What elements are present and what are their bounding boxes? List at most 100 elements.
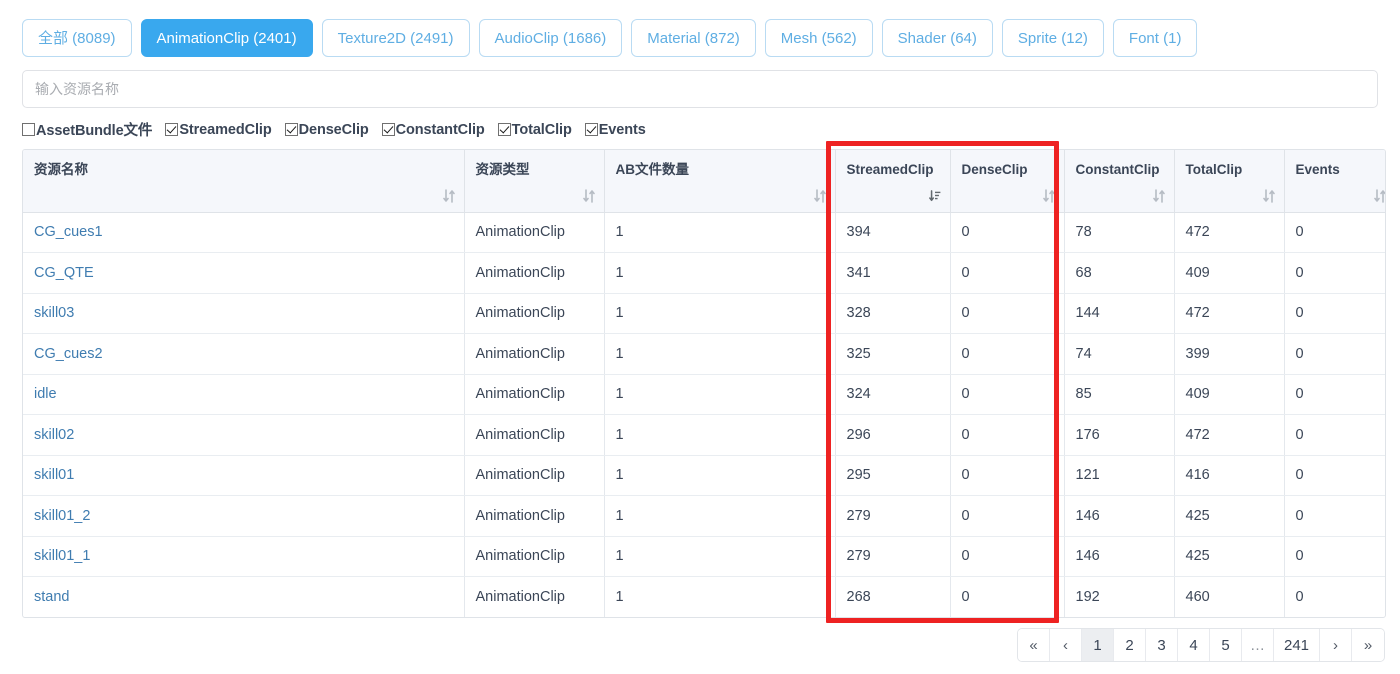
resource-name-link[interactable]: skill01_1 bbox=[34, 548, 90, 564]
asset-type-tab-bar: 全部 (8089) AnimationClip (2401) Texture2D (… bbox=[0, 0, 1400, 58]
cell-ab-count: 1 bbox=[604, 455, 836, 496]
cell-events: 0 bbox=[1284, 536, 1385, 577]
col-resource-name[interactable]: 资源名称 bbox=[23, 150, 465, 213]
cell-denseclip: 0 bbox=[950, 252, 1065, 294]
page-first[interactable]: « bbox=[1018, 629, 1050, 661]
checkbox-checked-icon[interactable] bbox=[497, 123, 511, 136]
col-constantclip[interactable]: ConstantClip bbox=[1064, 150, 1175, 213]
checkbox-events[interactable]: Events bbox=[584, 122, 646, 138]
tab-font[interactable]: Font (1) bbox=[1112, 19, 1198, 57]
page-241[interactable]: 241 bbox=[1274, 629, 1320, 661]
resource-name-link[interactable]: CG_cues2 bbox=[34, 346, 103, 362]
cell-totalclip: 409 bbox=[1174, 374, 1285, 415]
col-resource-type[interactable]: 资源类型 bbox=[464, 150, 605, 213]
table-row: skill02 AnimationClip 1 296 0 176 472 0 bbox=[23, 414, 1385, 456]
cell-streamedclip: 394 bbox=[835, 212, 951, 253]
tab-audioclip[interactable]: AudioClip (1686) bbox=[478, 19, 623, 57]
table-row: CG_cues2 AnimationClip 1 325 0 74 399 0 bbox=[23, 333, 1385, 375]
cell-constantclip: 85 bbox=[1064, 374, 1175, 415]
col-streamedclip[interactable]: StreamedClip bbox=[835, 150, 951, 213]
cell-resource-type: AnimationClip bbox=[464, 333, 605, 375]
checkbox-label: DenseClip bbox=[298, 121, 369, 138]
cell-streamedclip: 325 bbox=[835, 333, 951, 375]
resource-name-link[interactable]: skill02 bbox=[34, 427, 74, 443]
cell-ab-count: 1 bbox=[604, 252, 836, 294]
resource-name-link[interactable]: CG_cues1 bbox=[34, 224, 103, 240]
page-prev[interactable]: ‹ bbox=[1050, 629, 1082, 661]
resource-table-container: 资源名称 资源类型 AB文件数量 StreamedClip DenseClip Const… bbox=[22, 149, 1386, 618]
table-row: skill01_1 AnimationClip 1 279 0 146 425 0 bbox=[23, 536, 1385, 577]
checkbox-checked-icon[interactable] bbox=[381, 123, 395, 136]
cell-resource-type: AnimationClip bbox=[464, 252, 605, 294]
search-input[interactable] bbox=[22, 70, 1378, 108]
page-3[interactable]: 3 bbox=[1146, 629, 1178, 661]
cell-streamedclip: 279 bbox=[835, 536, 951, 577]
checkbox-assetbundle[interactable]: AssetBundle文件 bbox=[22, 119, 152, 140]
cell-events: 0 bbox=[1284, 293, 1385, 334]
resource-name-link[interactable]: skill03 bbox=[34, 305, 74, 321]
col-events[interactable]: Events bbox=[1284, 150, 1385, 213]
tab-animationclip[interactable]: AnimationClip (2401) bbox=[140, 19, 313, 57]
cell-constantclip: 78 bbox=[1064, 212, 1175, 253]
cell-events: 0 bbox=[1284, 455, 1385, 496]
cell-denseclip: 0 bbox=[950, 374, 1065, 415]
col-ab-count[interactable]: AB文件数量 bbox=[604, 150, 836, 213]
tab-texture2d[interactable]: Texture2D (2491) bbox=[321, 19, 470, 57]
resource-name-link[interactable]: CG_QTE bbox=[34, 265, 94, 281]
page-last[interactable]: » bbox=[1352, 629, 1384, 661]
cell-resource-type: AnimationClip bbox=[464, 455, 605, 496]
resource-name-link[interactable]: skill01_2 bbox=[34, 508, 90, 524]
checkbox-checked-icon[interactable] bbox=[165, 123, 179, 136]
cell-ab-count: 1 bbox=[604, 495, 836, 537]
cell-totalclip: 460 bbox=[1174, 576, 1285, 617]
cell-denseclip: 0 bbox=[950, 536, 1065, 577]
checkbox-constantclip[interactable]: ConstantClip bbox=[381, 121, 485, 138]
cell-totalclip: 409 bbox=[1174, 252, 1285, 294]
checkbox-checked-icon[interactable] bbox=[584, 123, 598, 136]
cell-resource-name: skill01 bbox=[23, 455, 465, 496]
cell-resource-name: CG_cues1 bbox=[23, 212, 465, 253]
cell-resource-type: AnimationClip bbox=[464, 293, 605, 334]
cell-events: 0 bbox=[1284, 495, 1385, 537]
cell-streamedclip: 295 bbox=[835, 455, 951, 496]
column-header-label: AB文件数量 bbox=[615, 162, 690, 177]
page-next[interactable]: › bbox=[1320, 629, 1352, 661]
column-header-label: ConstantClip bbox=[1075, 162, 1160, 177]
resource-table: 资源名称 资源类型 AB文件数量 StreamedClip DenseClip Const… bbox=[23, 150, 1385, 617]
page-1[interactable]: 1 bbox=[1082, 629, 1114, 661]
checkbox-label: ConstantClip bbox=[395, 121, 485, 138]
resource-name-link[interactable]: idle bbox=[34, 386, 57, 402]
column-header-label: Events bbox=[1295, 162, 1340, 177]
col-denseclip[interactable]: DenseClip bbox=[950, 150, 1065, 213]
tab-all[interactable]: 全部 (8089) bbox=[22, 19, 132, 57]
cell-streamedclip: 328 bbox=[835, 293, 951, 334]
tab-shader[interactable]: Shader (64) bbox=[881, 19, 993, 57]
cell-streamedclip: 341 bbox=[835, 252, 951, 294]
cell-ab-count: 1 bbox=[604, 536, 836, 577]
column-header-label: 资源类型 bbox=[475, 162, 530, 177]
cell-resource-name: stand bbox=[23, 576, 465, 617]
cell-resource-type: AnimationClip bbox=[464, 374, 605, 415]
cell-denseclip: 0 bbox=[950, 455, 1065, 496]
page-2[interactable]: 2 bbox=[1114, 629, 1146, 661]
cell-constantclip: 192 bbox=[1064, 576, 1175, 617]
checkbox-totalclip[interactable]: TotalClip bbox=[497, 122, 572, 138]
cell-constantclip: 176 bbox=[1064, 414, 1175, 456]
tab-mesh[interactable]: Mesh (562) bbox=[764, 19, 873, 57]
checkbox-streamedclip[interactable]: StreamedClip bbox=[165, 122, 272, 138]
col-totalclip[interactable]: TotalClip bbox=[1174, 150, 1285, 213]
checkbox-denseclip[interactable]: DenseClip bbox=[284, 121, 369, 138]
cell-totalclip: 425 bbox=[1174, 495, 1285, 537]
checkbox-checked-icon[interactable] bbox=[284, 123, 298, 136]
page-5[interactable]: 5 bbox=[1210, 629, 1242, 661]
resource-name-link[interactable]: stand bbox=[34, 589, 69, 605]
table-row: skill01_2 AnimationClip 1 279 0 146 425 0 bbox=[23, 495, 1385, 537]
checkbox-unchecked-icon[interactable] bbox=[22, 123, 35, 136]
page-4[interactable]: 4 bbox=[1178, 629, 1210, 661]
tab-sprite[interactable]: Sprite (12) bbox=[1001, 19, 1104, 57]
checkbox-label: AssetBundle文件 bbox=[36, 123, 153, 139]
tab-material[interactable]: Material (872) bbox=[631, 19, 756, 57]
cell-events: 0 bbox=[1284, 414, 1385, 456]
resource-name-link[interactable]: skill01 bbox=[34, 467, 74, 483]
cell-streamedclip: 324 bbox=[835, 374, 951, 415]
